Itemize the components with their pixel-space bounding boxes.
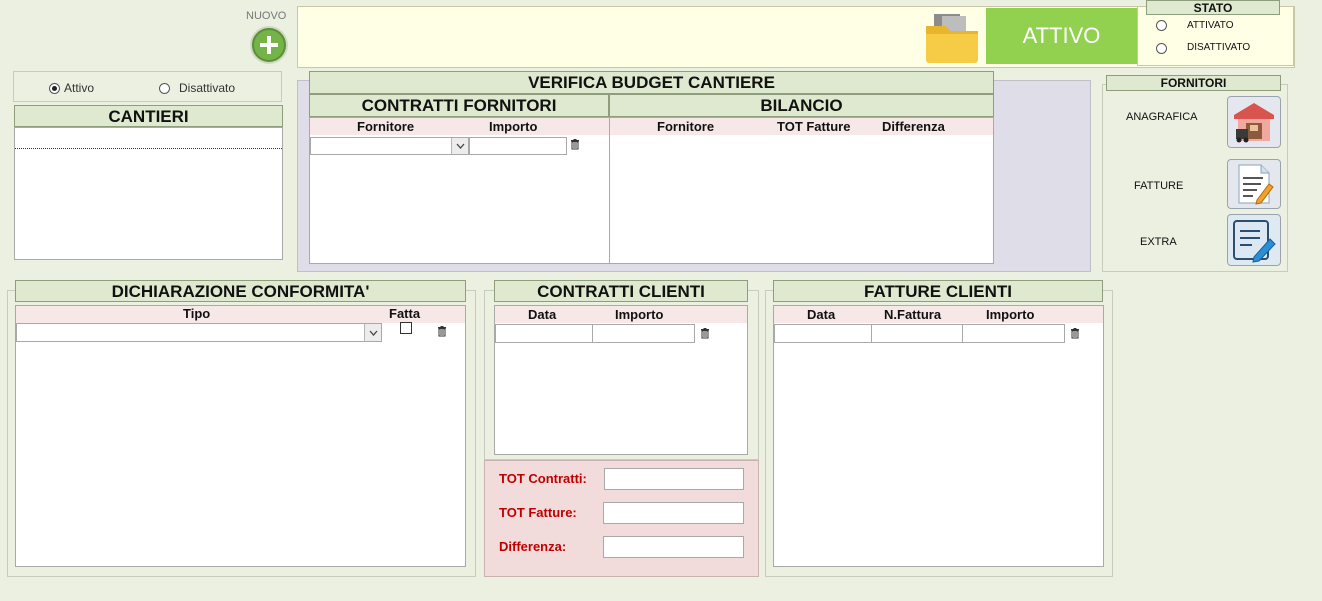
dichiarazione-header: Tipo Fatta [16,306,465,323]
tot-contratti-label: TOT Contratti: [499,471,587,486]
importo-input[interactable] [469,137,567,155]
tipo-select[interactable] [16,323,382,342]
trash-icon[interactable] [1070,328,1080,342]
extra-button[interactable] [1227,214,1281,266]
notes-edit-icon [1233,220,1276,263]
tot-fatture-label: TOT Fatture: [499,505,577,520]
chevron-down-icon[interactable] [451,138,468,154]
new-label: NUOVO [246,10,287,22]
warehouse-icon [1234,103,1274,143]
fatture-label: FATTURE [1134,180,1184,192]
stato-box [1137,6,1294,66]
fatture-clienti-header: Data N.Fattura Importo [774,306,1103,323]
radio-attivo[interactable] [49,82,60,94]
anagrafica-label: ANAGRAFICA [1126,111,1198,123]
data-input[interactable] [774,324,872,343]
filter-attivo[interactable]: Attivo [49,81,94,95]
radio-attivato[interactable] [1156,20,1167,31]
differenza-label: Differenza: [499,539,567,554]
document-edit-icon [1238,164,1274,205]
chevron-down-icon[interactable] [364,324,381,341]
trash-icon[interactable] [700,328,710,342]
cantieri-list[interactable] [14,127,283,260]
budget-title: VERIFICA BUDGET CANTIERE [309,71,994,94]
tot-contratti-field [604,468,744,490]
radio-disattivato-filter[interactable] [159,82,170,94]
fatture-clienti-title: FATTURE CLIENTI [773,280,1103,302]
bilancio-header: Fornitore TOT Fatture Differenza [610,118,993,135]
tot-fatture-field [603,502,744,524]
stato-option-attivato[interactable]: ATTIVATO [1156,20,1233,34]
fornitori-title: FORNITORI [1106,75,1281,91]
contratti-fornitori-title: CONTRATTI FORNITORI [309,94,609,117]
bilancio-table [609,117,994,264]
trash-icon[interactable] [570,139,580,153]
dichiarazione-table [15,305,466,567]
data-input[interactable] [495,324,593,343]
stato-title: STATO [1146,0,1280,15]
dichiarazione-title: DICHIARAZIONE CONFORMITA' [15,280,466,302]
fatture-button[interactable] [1227,159,1281,209]
filter-disattivato[interactable]: Disattivato [159,81,235,95]
add-new-button[interactable] [250,26,288,64]
anagrafica-button[interactable] [1227,96,1281,148]
n-fattura-input[interactable] [871,324,963,343]
fornitore-select[interactable] [310,137,469,155]
contratti-fornitori-header: Fornitore Importo [310,118,609,135]
importo-input[interactable] [962,324,1065,343]
list-item[interactable] [15,128,282,149]
contratti-clienti-header: Data Importo [495,306,747,323]
status-display: ATTIVO [986,8,1137,64]
contratti-clienti-title: CONTRATTI CLIENTI [494,280,748,302]
radio-disattivato[interactable] [1156,43,1167,54]
cantieri-title: CANTIERI [14,105,283,127]
extra-label: EXTRA [1140,236,1177,248]
trash-icon[interactable] [437,326,447,340]
stato-option-disattivato[interactable]: DISATTIVATO [1156,42,1250,57]
bilancio-title: BILANCIO [609,94,994,117]
importo-input[interactable] [592,324,695,343]
folder-icon[interactable] [924,12,980,64]
plus-icon [254,30,284,60]
fatture-clienti-table [773,305,1104,567]
differenza-field [603,536,744,558]
fatta-checkbox[interactable] [400,322,412,334]
